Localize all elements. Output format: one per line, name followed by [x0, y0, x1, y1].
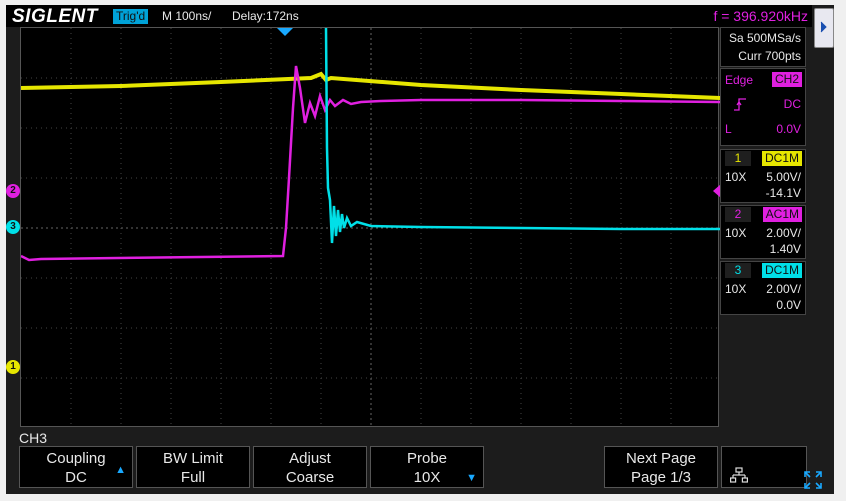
trigger-position-marker — [277, 28, 293, 36]
ch2-probe-readout: 10X — [725, 226, 747, 240]
ch3-panel[interactable]: 3 DC1M 10X 2.00V/ 0.0V — [720, 261, 806, 315]
waveform-display[interactable] — [20, 27, 720, 428]
trigger-type-label: Edge — [725, 73, 754, 87]
chevron-right-icon — [820, 21, 827, 33]
arrow-up-icon: ▲ — [115, 464, 126, 476]
softkey-title: Adjust — [289, 450, 331, 467]
ch3-offset-readout: 0.0V — [776, 298, 801, 312]
adjust-softkey[interactable]: Adjust Coarse — [253, 446, 367, 488]
ch1-probe-readout: 10X — [725, 170, 747, 184]
rising-edge-icon — [734, 98, 746, 111]
ch2-offset-readout: 1.40V — [769, 242, 801, 256]
delay-readout[interactable]: Delay:172ns — [232, 8, 299, 24]
brand-logo: SIGLENT — [12, 6, 98, 27]
ch1-panel[interactable]: 1 DC1M 10X 5.00V/ -14.1V — [720, 149, 806, 203]
trigger-level-label: L — [725, 122, 732, 136]
ch3-probe-readout: 10X — [725, 282, 747, 296]
ch3-number: 3 — [725, 263, 751, 278]
ch2-number: 2 — [725, 207, 751, 222]
ch1-offset-marker[interactable]: 1 — [6, 360, 20, 374]
frequency-readout: f = 396.920kHz — [713, 8, 808, 24]
softkey-title: BW Limit — [163, 450, 223, 467]
bw-limit-softkey[interactable]: BW Limit Full — [136, 446, 250, 488]
network-button[interactable] — [721, 446, 807, 488]
ch1-scale-readout: 5.00V/ — [766, 170, 801, 184]
arrow-down-icon: ▼ — [466, 472, 477, 484]
status-bar: SIGLENT Trig'd M 100ns/ Delay:172ns f = … — [6, 5, 812, 27]
ch2-panel[interactable]: 2 AC1M 10X 2.00V/ 1.40V — [720, 205, 806, 259]
ch3-coupling-badge: DC1M — [761, 263, 802, 278]
trigger-coupling-readout: DC — [783, 97, 801, 111]
side-menu-toggle-button[interactable] — [814, 8, 834, 48]
ch2-scale-readout: 2.00V/ — [766, 226, 801, 240]
ch3-scale-readout: 2.00V/ — [766, 282, 801, 296]
network-icon — [730, 467, 748, 483]
sample-rate-readout: Sa 500MSa/s — [728, 31, 801, 45]
expand-icon[interactable] — [804, 471, 822, 489]
softkey-value: Page 1/3 — [630, 469, 692, 486]
softkey-value: Full — [180, 469, 206, 486]
timebase-readout[interactable]: M 100ns/ — [162, 8, 211, 24]
probe-softkey[interactable]: Probe 10X ▼ — [370, 446, 484, 488]
memory-depth-readout: Curr 700pts — [738, 49, 801, 63]
next-page-softkey[interactable]: Next Page Page 1/3 — [604, 446, 718, 488]
ch1-number: 1 — [725, 151, 751, 166]
trigger-level-readout: 0.0V — [776, 122, 801, 136]
ch2-offset-marker[interactable]: 2 — [6, 184, 20, 198]
ch1-coupling-badge: DC1M — [761, 151, 802, 166]
ch2-coupling-badge: AC1M — [762, 207, 802, 222]
menu-title: CH3 — [19, 430, 48, 446]
coupling-softkey[interactable]: Coupling DC ▲ — [19, 446, 133, 488]
softkey-title: Probe — [406, 450, 448, 467]
ch1-offset-readout: -14.1V — [765, 186, 801, 200]
softkey-value: Coarse — [285, 469, 335, 486]
trigger-status-badge[interactable]: Trig'd — [113, 9, 149, 24]
trigger-source-badge: CH2 — [771, 72, 802, 87]
acquisition-panel[interactable]: Sa 500MSa/s Curr 700pts — [720, 27, 806, 67]
ch3-waveform — [324, 28, 720, 244]
trigger-panel[interactable]: Edge CH2 DC L 0.0V — [720, 68, 806, 146]
softkey-title: Next Page — [625, 450, 697, 467]
ch3-offset-marker[interactable]: 3 — [6, 220, 20, 234]
